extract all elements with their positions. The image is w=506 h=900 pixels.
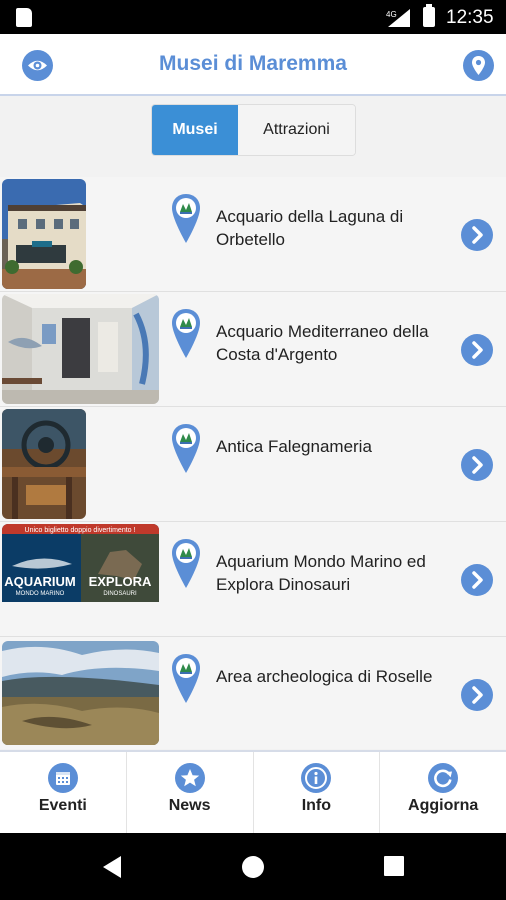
museum-pin-icon [172, 654, 200, 703]
museum-thumbnail [2, 409, 86, 519]
chevron-right-icon[interactable] [461, 334, 493, 366]
refresh-icon [428, 763, 459, 793]
recents-icon[interactable] [383, 855, 405, 877]
info-icon [301, 763, 332, 793]
battery-icon [423, 4, 435, 27]
tab-label: Info [301, 797, 332, 814]
museum-thumbnail: Unico biglietto doppio divertimento ! AQ… [2, 524, 159, 634]
museum-pin-icon [172, 194, 200, 243]
list-item[interactable]: Antica Falegnameria [0, 407, 506, 522]
museum-name: Acquario Mediterraneo della Costa d'Arge… [216, 322, 429, 364]
svg-text:Unico biglietto doppio diverti: Unico biglietto doppio divertimento ! [25, 527, 136, 534]
chevron-right-icon[interactable] [461, 449, 493, 481]
svg-text:AQUARIUM: AQUARIUM [4, 574, 76, 589]
chevron-right-icon[interactable] [461, 679, 493, 711]
star-icon [174, 763, 205, 793]
tab-attrazioni[interactable]: Attrazioni [238, 105, 355, 155]
tab-aggiorna[interactable]: Aggiorna [380, 752, 506, 833]
list-item[interactable]: Acquario Mediterraneo della Costa d'Arge… [0, 292, 506, 407]
museum-name: Acquario della Laguna di Orbetello [216, 207, 404, 249]
svg-text:MONDO MARINO: MONDO MARINO [16, 591, 65, 597]
tab-label: News [168, 797, 211, 814]
tab-eventi[interactable]: Eventi [0, 752, 127, 833]
location-pin-icon[interactable] [463, 50, 494, 81]
museum-pin-icon [172, 424, 200, 473]
tab-news[interactable]: News [127, 752, 254, 833]
home-icon[interactable] [241, 855, 265, 879]
category-segmented-control: Musei Attrazioni [151, 104, 356, 156]
status-bar: 4G 12:35 [0, 0, 506, 34]
museum-thumbnail [2, 179, 86, 289]
museum-name: Area archeologica di Roselle [216, 667, 433, 686]
list-item[interactable]: Unico biglietto doppio divertimento ! AQ… [0, 522, 506, 637]
chevron-right-icon[interactable] [461, 219, 493, 251]
page-title: Musei di Maremma [159, 52, 347, 75]
museum-pin-icon [172, 309, 200, 358]
back-icon[interactable] [101, 855, 125, 879]
calendar-icon [47, 763, 78, 793]
chevron-right-icon[interactable] [461, 564, 493, 596]
svg-text:DINOSAURI: DINOSAURI [103, 591, 137, 597]
museum-thumbnail [2, 294, 159, 404]
list-item[interactable]: Area archeologica di Roselle [0, 637, 506, 749]
bottom-tab-bar: Eventi News Info Aggiorna [0, 750, 506, 833]
app-header: Musei di Maremma [0, 34, 506, 96]
museum-name: Aquarium Mondo Marino ed Explora Dinosau… [216, 552, 426, 594]
signal-icon: 4G [386, 9, 410, 27]
museum-list: Acquario della Laguna di Orbetello Acqua… [0, 177, 506, 749]
tab-info[interactable]: Info [254, 752, 381, 833]
svg-text:4G: 4G [386, 10, 397, 19]
museum-pin-icon [172, 539, 200, 588]
list-item[interactable]: Acquario della Laguna di Orbetello [0, 177, 506, 292]
tab-label: Aggiorna [408, 797, 479, 814]
sd-card-icon [16, 8, 32, 27]
tab-musei[interactable]: Musei [152, 105, 238, 155]
clock: 12:35 [446, 7, 494, 28]
museum-thumbnail [2, 641, 159, 745]
tab-label: Eventi [38, 797, 87, 814]
svg-text:EXPLORA: EXPLORA [89, 574, 152, 589]
museum-name: Antica Falegnameria [216, 437, 372, 456]
system-navigation-bar [0, 833, 506, 900]
